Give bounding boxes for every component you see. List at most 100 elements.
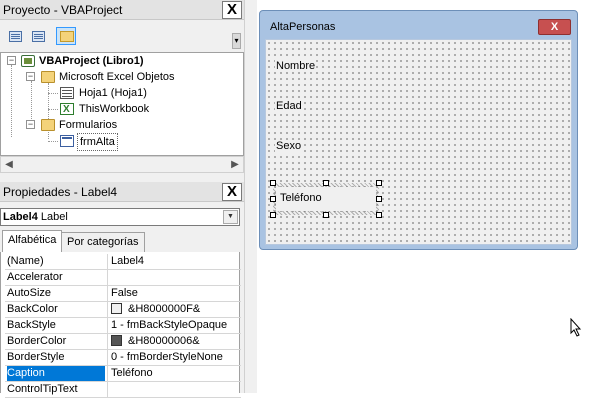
property-name: AutoSize bbox=[7, 287, 52, 299]
scroll-left-icon[interactable]: ◀ bbox=[3, 159, 15, 171]
property-name: (Name) bbox=[7, 255, 44, 267]
object-name: Label4 bbox=[3, 211, 38, 223]
property-name: BackStyle bbox=[7, 319, 56, 331]
property-name: Accelerator bbox=[7, 271, 63, 283]
tree-connector bbox=[48, 93, 58, 94]
folder-icon bbox=[60, 31, 74, 42]
collapse-icon[interactable]: − bbox=[26, 72, 35, 81]
resize-handle[interactable] bbox=[270, 212, 276, 218]
tab-alphabetic[interactable]: Alfabética bbox=[2, 230, 63, 252]
tree-item-form[interactable]: frmAlta bbox=[1, 133, 241, 151]
label-telefono[interactable]: Teléfono bbox=[276, 187, 376, 211]
project-toolbar: ▾ bbox=[0, 22, 244, 52]
object-type: Label bbox=[40, 211, 68, 223]
panel-splitter[interactable] bbox=[244, 0, 257, 393]
tab-categories[interactable]: Por categorías bbox=[61, 232, 145, 252]
property-value[interactable]: Teléfono bbox=[107, 366, 239, 381]
resize-handle[interactable] bbox=[376, 212, 382, 218]
view-object-button[interactable] bbox=[28, 27, 48, 45]
toggle-folders-button[interactable] bbox=[56, 27, 76, 45]
property-name: BorderColor bbox=[7, 335, 67, 347]
property-row[interactable]: Accelerator bbox=[5, 270, 241, 286]
property-value[interactable]: 0 - fmBorderStyleNone bbox=[107, 350, 239, 365]
property-row-selected[interactable]: Caption Teléfono bbox=[5, 366, 241, 382]
chevron-down-icon[interactable]: ▼ bbox=[223, 210, 238, 224]
properties-grid: (Name) Label4 Accelerator AutoSize False… bbox=[0, 252, 241, 398]
userform-window[interactable]: AltaPersonas X Nombre Edad Sexo Teléfono bbox=[259, 10, 578, 250]
project-explorer-title: Proyecto - VBAProject bbox=[3, 3, 123, 17]
properties-title: Propiedades - Label4 bbox=[3, 185, 118, 199]
property-value[interactable]: &H80000006& bbox=[107, 334, 239, 349]
property-row[interactable]: BackStyle 1 - fmBackStyleOpaque bbox=[5, 318, 241, 334]
property-row[interactable]: BorderStyle 0 - fmBorderStyleNone bbox=[5, 350, 241, 366]
scroll-right-icon[interactable]: ▶ bbox=[229, 159, 241, 171]
property-row[interactable]: BorderColor &H80000006& bbox=[5, 334, 241, 350]
collapse-icon[interactable]: − bbox=[26, 120, 35, 129]
tree-item-forms[interactable]: − Formularios bbox=[1, 117, 241, 133]
folder-icon bbox=[41, 71, 55, 83]
view-code-button[interactable] bbox=[5, 27, 25, 45]
left-panels: Proyecto - VBAProject X ▾ − VBAProject (… bbox=[0, 0, 244, 398]
property-name: ControlTipText bbox=[7, 383, 78, 395]
userform-icon bbox=[60, 135, 74, 147]
project-explorer-titlebar: Proyecto - VBAProject X bbox=[0, 0, 244, 20]
property-value[interactable]: &H8000000F& bbox=[107, 302, 239, 317]
folder-icon bbox=[41, 119, 55, 131]
tree-item-label: Formularios bbox=[59, 119, 118, 131]
workbook-icon bbox=[60, 102, 74, 118]
tree-connector bbox=[48, 109, 58, 110]
resize-handle[interactable] bbox=[323, 180, 329, 186]
resize-handle[interactable] bbox=[270, 196, 276, 202]
label-nombre[interactable]: Nombre bbox=[275, 60, 317, 72]
resize-handle[interactable] bbox=[376, 180, 382, 186]
property-value[interactable] bbox=[107, 382, 239, 397]
vba-project-icon bbox=[21, 55, 35, 67]
tree-item-label: VBAProject (Libro1) bbox=[39, 55, 144, 67]
property-value-text: &H8000000F& bbox=[128, 303, 201, 315]
property-value[interactable]: False bbox=[107, 286, 239, 301]
userform-close-button[interactable]: X bbox=[538, 19, 571, 35]
label-telefono-selected[interactable]: Teléfono bbox=[270, 180, 382, 218]
project-tree: − VBAProject (Libro1) − Microsoft Excel … bbox=[0, 52, 244, 156]
tree-item-project[interactable]: − VBAProject (Libro1) bbox=[1, 53, 241, 69]
property-value[interactable]: 1 - fmBackStyleOpaque bbox=[107, 318, 239, 333]
form-designer: AltaPersonas X Nombre Edad Sexo Teléfono bbox=[257, 0, 611, 393]
label-sexo[interactable]: Sexo bbox=[275, 140, 303, 152]
userform-title: AltaPersonas bbox=[270, 21, 336, 33]
view-code-icon bbox=[9, 31, 22, 42]
properties-titlebar: Propiedades - Label4 X bbox=[0, 182, 244, 202]
toolbar-overflow-button[interactable]: ▾ bbox=[232, 33, 241, 49]
property-row[interactable]: (Name) Label4 bbox=[5, 254, 241, 270]
properties-tabs: Alfabética Por categorías bbox=[0, 230, 244, 252]
resize-handle[interactable] bbox=[323, 212, 329, 218]
property-row[interactable]: BackColor &H8000000F& bbox=[5, 302, 241, 318]
tree-item-workbook[interactable]: ThisWorkbook bbox=[1, 101, 241, 118]
collapse-icon[interactable]: − bbox=[7, 56, 16, 65]
property-value[interactable]: Label4 bbox=[107, 254, 239, 269]
tree-item-label: ThisWorkbook bbox=[79, 103, 150, 115]
tree-item-excel-objects[interactable]: − Microsoft Excel Objetos bbox=[1, 69, 241, 85]
property-name: Caption bbox=[7, 366, 105, 381]
tree-item-label: frmAlta bbox=[77, 133, 118, 151]
property-value[interactable] bbox=[107, 270, 239, 285]
property-name: BorderStyle bbox=[7, 351, 65, 363]
project-hscrollbar[interactable]: ◀ ▶ bbox=[0, 156, 244, 173]
property-name: BackColor bbox=[7, 303, 58, 315]
mouse-pointer-icon bbox=[570, 318, 582, 337]
property-row[interactable]: ControlTipText bbox=[5, 382, 241, 398]
resize-handle[interactable] bbox=[376, 196, 382, 202]
project-close-button[interactable]: X bbox=[222, 1, 242, 19]
color-swatch-icon bbox=[111, 335, 122, 346]
object-selector[interactable]: Label4 Label ▼ bbox=[0, 208, 240, 226]
userform-canvas[interactable]: Nombre Edad Sexo Teléfono bbox=[265, 39, 572, 245]
view-object-icon bbox=[32, 31, 45, 42]
properties-close-button[interactable]: X bbox=[222, 183, 242, 201]
tree-item-label: Microsoft Excel Objetos bbox=[59, 71, 175, 83]
tree-item-sheet[interactable]: Hoja1 (Hoja1) bbox=[1, 85, 241, 101]
worksheet-icon bbox=[60, 87, 74, 99]
property-value-text: &H80000006& bbox=[128, 335, 200, 347]
label-telefono-text: Teléfono bbox=[280, 192, 322, 204]
label-edad[interactable]: Edad bbox=[275, 100, 303, 112]
resize-handle[interactable] bbox=[270, 180, 276, 186]
property-row[interactable]: AutoSize False bbox=[5, 286, 241, 302]
